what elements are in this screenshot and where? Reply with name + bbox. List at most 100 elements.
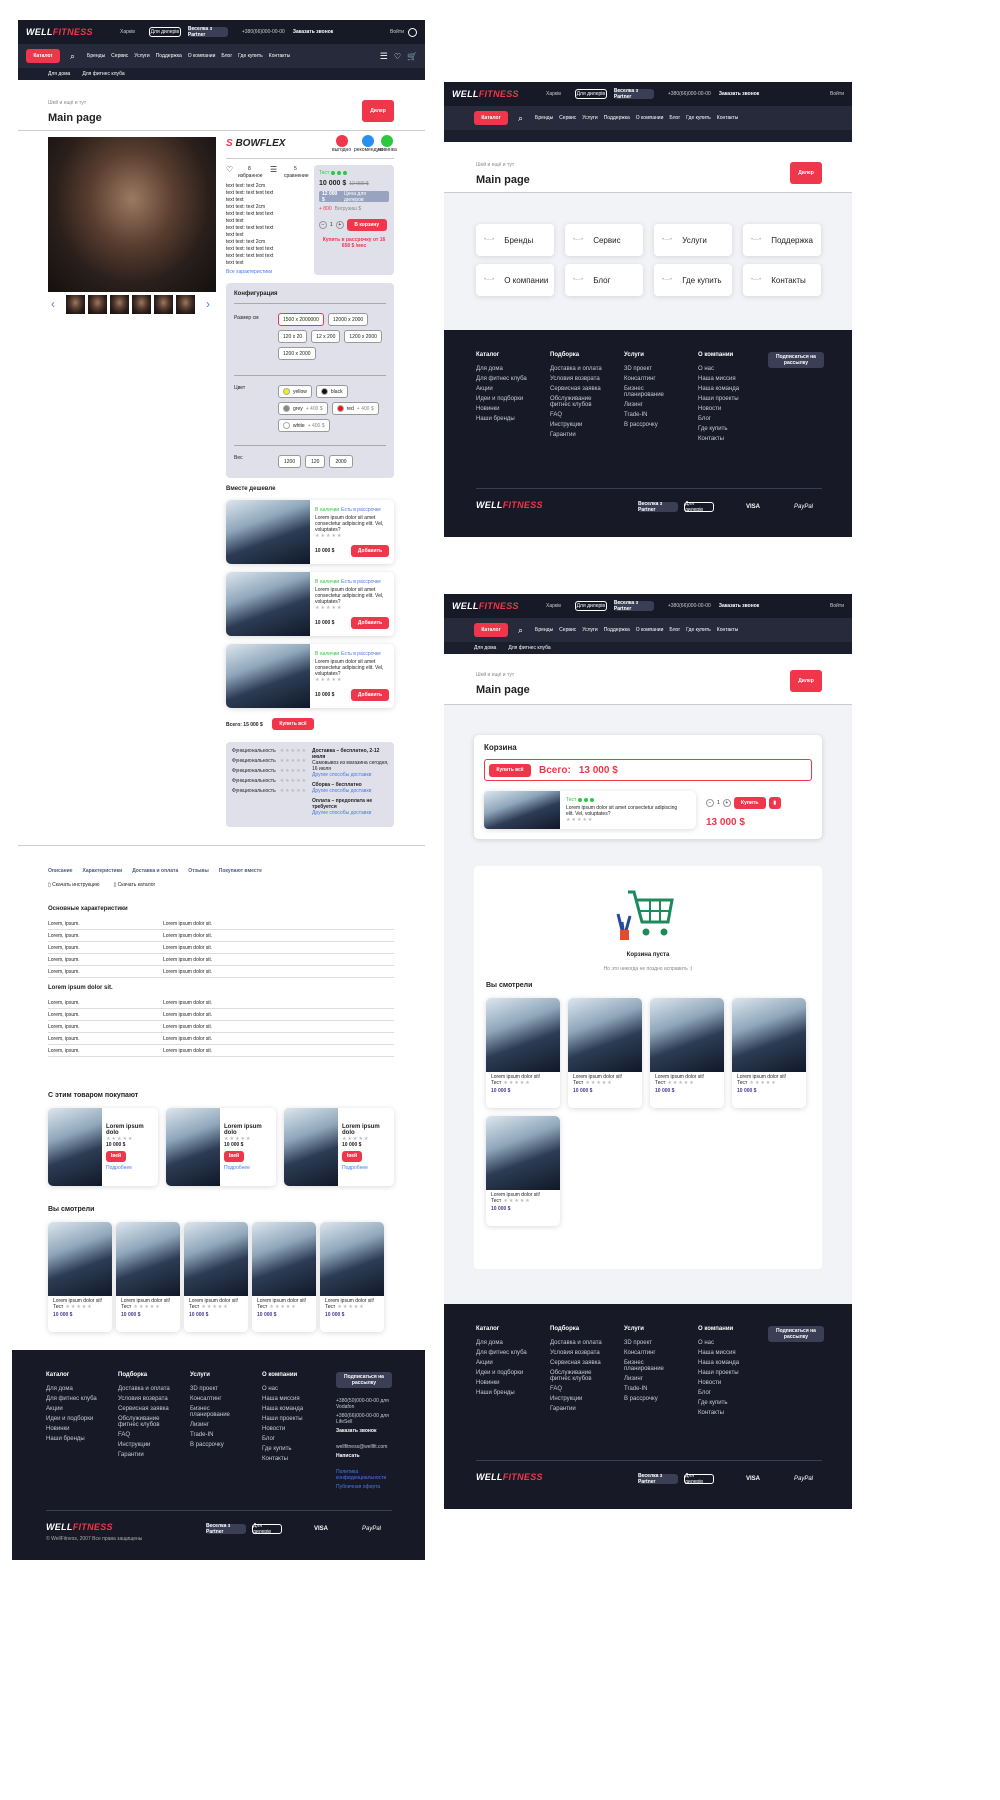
footer-link[interactable]: Бизнес планирование bbox=[190, 1406, 242, 1418]
catalog-tile[interactable]: •—• Где купить bbox=[654, 264, 732, 296]
viewed-image[interactable] bbox=[568, 998, 642, 1072]
catalog-tile[interactable]: •—• Поддержка bbox=[743, 224, 821, 256]
viewed-image[interactable] bbox=[650, 998, 724, 1072]
qty-minus[interactable]: − bbox=[706, 799, 714, 807]
footer-link[interactable]: Наша миссия bbox=[698, 1350, 750, 1356]
also-more-link[interactable]: Подробнее bbox=[224, 1165, 272, 1171]
viewed-image[interactable] bbox=[48, 1222, 112, 1296]
qty-minus[interactable]: − bbox=[319, 221, 327, 229]
delivery-link[interactable]: Другие способы доставки bbox=[312, 810, 390, 816]
nav-link[interactable]: Где купить bbox=[686, 115, 711, 121]
together-add-button[interactable]: Добавить bbox=[351, 689, 389, 701]
footer-link[interactable]: Новости bbox=[698, 406, 750, 412]
gallery-next-icon[interactable]: › bbox=[206, 297, 210, 311]
footer-link[interactable]: Гарантии bbox=[550, 1406, 602, 1412]
nav-link[interactable]: Бренды bbox=[535, 627, 553, 633]
footer-link[interactable]: Trade-IN bbox=[624, 412, 676, 418]
footer-link[interactable]: Где купить bbox=[698, 1400, 750, 1406]
footer-link[interactable]: Для дома bbox=[476, 1340, 528, 1346]
qty-plus[interactable]: + bbox=[722, 799, 731, 807]
viewed-image[interactable] bbox=[486, 998, 560, 1072]
color-option[interactable]: red + 400 $ bbox=[331, 402, 379, 415]
footer-link[interactable]: Наши бренды bbox=[476, 1390, 528, 1396]
subscribe-button[interactable]: Подписаться на рассылку bbox=[768, 352, 824, 368]
footer-link[interactable]: Для дома bbox=[46, 1386, 98, 1392]
footer-link[interactable]: Наши проекты bbox=[698, 1370, 750, 1376]
footer-link[interactable]: Наша миссия bbox=[262, 1396, 314, 1402]
subnav-home[interactable]: Для дома bbox=[48, 71, 70, 77]
nav-link[interactable]: Блог bbox=[669, 115, 680, 121]
footer-link[interactable]: 3D проект bbox=[190, 1386, 242, 1392]
nav-link[interactable]: Поддержка bbox=[604, 627, 630, 633]
fav-icon[interactable]: ♡ bbox=[226, 165, 233, 174]
weight-option[interactable]: 1200 bbox=[278, 455, 302, 468]
footer-link[interactable]: Доставка и оплата bbox=[550, 366, 602, 372]
size-option[interactable]: 1200 x 2000 bbox=[344, 330, 382, 343]
footer-link[interactable]: Trade-IN bbox=[190, 1432, 242, 1438]
footer-link[interactable]: Лизинг bbox=[624, 402, 676, 408]
nav-link[interactable]: Бренды bbox=[535, 115, 553, 121]
footer-link[interactable]: Бизнес планирование bbox=[624, 386, 676, 398]
footer-link[interactable]: Для фитнес клуба bbox=[476, 376, 528, 382]
footer-link[interactable]: Условия возврата bbox=[550, 1350, 602, 1356]
size-option[interactable]: 1500 x 2000000 bbox=[278, 313, 324, 326]
catalog-tile[interactable]: •—• Услуги bbox=[654, 224, 732, 256]
also-more-link[interactable]: Подробнее bbox=[342, 1165, 390, 1171]
together-image[interactable] bbox=[226, 500, 310, 564]
catalog-button[interactable]: Каталог bbox=[474, 111, 508, 125]
nav-link[interactable]: Где купить bbox=[686, 627, 711, 633]
dealers-button[interactable]: Для дилерів bbox=[574, 89, 607, 99]
footer-link[interactable]: Наша команда bbox=[698, 1360, 750, 1366]
user-icon[interactable] bbox=[408, 27, 417, 37]
thumb[interactable] bbox=[154, 295, 173, 314]
together-image[interactable] bbox=[226, 644, 310, 708]
footer-link[interactable]: Наши проекты bbox=[698, 396, 750, 402]
nav-link[interactable]: Контакты bbox=[717, 115, 739, 121]
installment-link[interactable]: Купить в рассрочку от 16 658 $ /мес bbox=[314, 234, 394, 252]
size-option[interactable]: 12000 x 2000 bbox=[327, 313, 369, 326]
color-option[interactable]: white + 400 $ bbox=[278, 419, 330, 432]
footer-partner-button[interactable]: Веселка з Partner bbox=[206, 1523, 246, 1535]
thumb[interactable] bbox=[88, 295, 107, 314]
also-buy-button[interactable]: Івей bbox=[106, 1150, 126, 1162]
thumb[interactable] bbox=[176, 295, 195, 314]
thumb[interactable] bbox=[110, 295, 129, 314]
nav-link[interactable]: О компании bbox=[188, 53, 216, 59]
footer-link[interactable]: Обслуживание фитнес клубов bbox=[118, 1416, 170, 1428]
footer-link[interactable]: Условия возврата bbox=[118, 1396, 170, 1402]
footer-link[interactable]: Контакты bbox=[698, 436, 750, 442]
footer-link[interactable]: Контакты bbox=[262, 1456, 314, 1462]
footer-link[interactable]: Гарантии bbox=[118, 1452, 170, 1458]
footer-link[interactable]: Наша команда bbox=[698, 386, 750, 392]
product-main-image[interactable] bbox=[48, 137, 216, 292]
delivery-link[interactable]: Другие способы доставки bbox=[312, 772, 390, 778]
footer-link[interactable]: Инструкции bbox=[550, 422, 602, 428]
color-option[interactable]: black bbox=[315, 385, 348, 398]
product-tab[interactable]: Отзывы bbox=[188, 868, 208, 874]
footer-link[interactable]: Trade-IN bbox=[624, 1386, 676, 1392]
footer-link[interactable]: В рассрочку bbox=[624, 1396, 676, 1402]
nav-link[interactable]: Контакты bbox=[717, 627, 739, 633]
footer-link[interactable]: Блог bbox=[698, 416, 750, 422]
footer-link[interactable]: Где купить bbox=[262, 1446, 314, 1452]
footer-link[interactable]: FAQ bbox=[550, 1386, 602, 1392]
cart-buy-button[interactable]: Купить bbox=[733, 797, 766, 809]
all-specs-link[interactable]: Все характеристики bbox=[226, 269, 272, 275]
footer-link[interactable]: Инструкции bbox=[118, 1442, 170, 1448]
weight-option[interactable]: 2000 bbox=[329, 455, 353, 468]
nav-link[interactable]: Сервис bbox=[559, 627, 576, 633]
viewed-image[interactable] bbox=[486, 1116, 560, 1190]
delivery-link[interactable]: Другие способы доставки bbox=[312, 788, 390, 794]
also-image[interactable] bbox=[48, 1108, 102, 1186]
nav-link[interactable]: О компании bbox=[636, 115, 664, 121]
also-buy-button[interactable]: Івей bbox=[224, 1150, 244, 1162]
subnav-club[interactable]: Для фитнес клуба bbox=[82, 71, 124, 77]
footer-link[interactable]: Блог bbox=[262, 1436, 314, 1442]
also-more-link[interactable]: Подробнее bbox=[106, 1165, 154, 1171]
footer-link[interactable]: Консалтинг bbox=[624, 376, 676, 382]
footer-link[interactable]: Консалтинг bbox=[190, 1396, 242, 1402]
footer-link[interactable]: Гарантии bbox=[550, 432, 602, 438]
viewed-image[interactable] bbox=[320, 1222, 384, 1296]
site-logo[interactable]: WELLFITNESS bbox=[26, 27, 106, 37]
nav-link[interactable]: Услуги bbox=[134, 53, 149, 59]
